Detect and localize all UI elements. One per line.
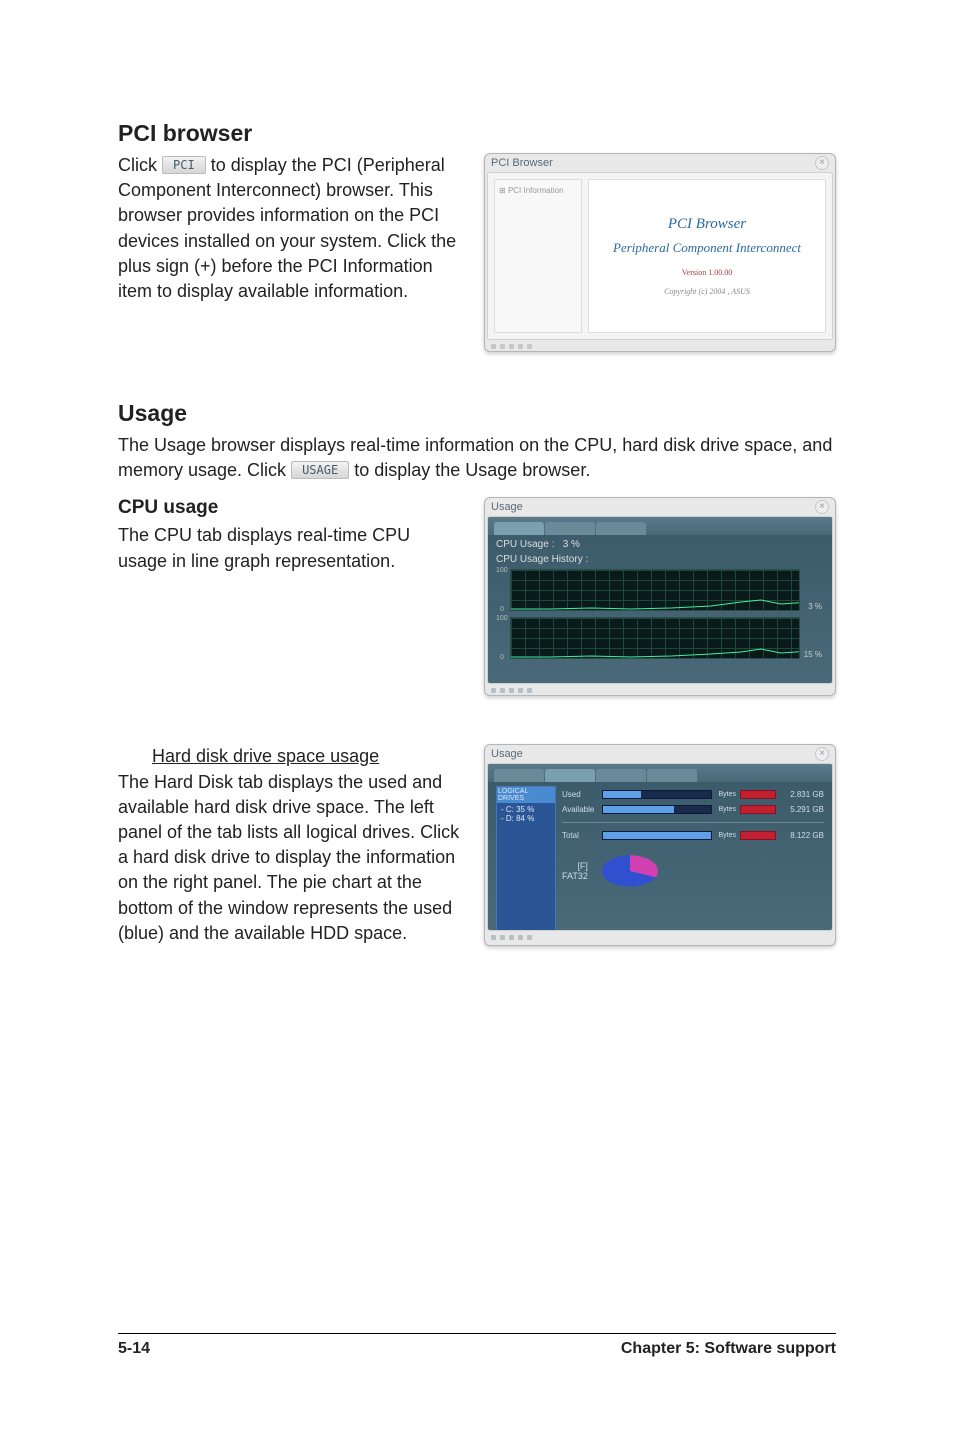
- hdd-row-used: Used Bytes 2.831 GB: [562, 790, 824, 799]
- cpu-body-text: The CPU tab displays real-time CPU usage…: [118, 523, 464, 573]
- cpu-window-title: Usage: [491, 501, 523, 513]
- hdd-drive-c: - C: 35 %: [501, 805, 551, 814]
- hdd-row-value: 5.291 GB: [780, 805, 824, 814]
- hdd-sub-title: Hard disk drive space usage: [152, 746, 379, 766]
- pci-body-post: to display the PCI (Peripheral Component…: [118, 155, 456, 301]
- usage-tabs: [488, 517, 832, 535]
- hdd-block: Hard disk drive space usage The Hard Dis…: [118, 744, 464, 946]
- cpu-history-label: CPU Usage History :: [496, 554, 824, 565]
- memory-tab: [596, 769, 646, 782]
- chapter-title: Chapter 5: Software support: [621, 1340, 836, 1358]
- hard-disk-tab: [545, 522, 595, 535]
- hdd-row-label: Total: [562, 831, 596, 840]
- hard-disk-tab: [545, 769, 595, 782]
- pci-body-pre: Click: [118, 155, 162, 175]
- hdd-legend-fat: FAT32: [562, 871, 588, 881]
- close-icon: ×: [815, 747, 829, 761]
- usage-intro-post: to display the Usage browser.: [349, 460, 590, 480]
- hdd-row-avail: Available Bytes 5.291 GB: [562, 805, 824, 814]
- hdd-row-value: 2.831 GB: [780, 790, 824, 799]
- cpu-usage-label: CPU Usage : 3 %: [496, 539, 824, 550]
- hdd-legend: [F] FAT32: [562, 861, 588, 881]
- pci-copyright: Copyright (c) 2004 , ASUS: [664, 287, 750, 296]
- hdd-legend-free: [F]: [562, 861, 588, 871]
- cpu-graph-1-pct: 3 %: [808, 602, 822, 611]
- pci-inline-button: PCI: [162, 156, 206, 174]
- cpu-tab: [494, 769, 544, 782]
- y-axis-100: 100: [496, 615, 508, 622]
- memory-tab: [596, 522, 646, 535]
- pci-content-subtitle: Peripheral Component Interconnect: [613, 241, 801, 255]
- cpu-usage-label-text: CPU Usage :: [496, 539, 554, 550]
- pci-window-title: PCI Browser: [491, 157, 553, 169]
- pci-tree: ⊞ PCI Information: [494, 179, 582, 333]
- cpu-graph-1: [510, 569, 800, 611]
- close-icon: ×: [815, 156, 829, 170]
- pci-tree-root: PCI Information: [508, 186, 564, 195]
- cpu-graph-2-pct: 15 %: [804, 650, 822, 659]
- pci-screenshot: PCI Browser × ⊞ PCI Information PCI Brow…: [484, 153, 836, 352]
- usage-intro: The Usage browser displays real-time inf…: [118, 433, 836, 483]
- page-footer: 5-14 Chapter 5: Software support: [118, 1333, 836, 1358]
- extra-tab: [647, 769, 697, 782]
- hdd-pie-chart: [602, 856, 658, 888]
- resize-grip-icon: [487, 340, 833, 349]
- close-icon: ×: [815, 500, 829, 514]
- resize-grip-icon: [487, 931, 833, 940]
- page-number: 5-14: [118, 1340, 150, 1358]
- y-axis-0: 0: [500, 654, 504, 661]
- pci-body-text: Click PCI to display the PCI (Peripheral…: [118, 153, 464, 352]
- hdd-sidebar-header: LOGICAL DRIVES: [497, 787, 555, 803]
- y-axis-100: 100: [496, 567, 508, 574]
- hdd-row-label: Available: [562, 805, 596, 814]
- usage-inline-button: USAGE: [291, 461, 349, 479]
- hdd-usage-screenshot: Usage × LOGICAL DRIVES - C: 35 % - D: 84…: [484, 744, 836, 946]
- pci-content-title: PCI Browser: [668, 216, 746, 233]
- cpu-usage-value: 3 %: [563, 539, 580, 550]
- resize-grip-icon: [487, 684, 833, 693]
- usage-section-title: Usage: [118, 400, 836, 427]
- pci-version: Version 1.00.00: [682, 268, 732, 277]
- hdd-drive-d: - D: 84 %: [501, 814, 551, 823]
- hdd-row-label: Used: [562, 790, 596, 799]
- hdd-row-value: 8.122 GB: [780, 831, 824, 840]
- cpu-graph-2: [510, 617, 800, 659]
- hdd-drive-list: LOGICAL DRIVES - C: 35 % - D: 84 %: [496, 786, 556, 931]
- hdd-row-total: Total Bytes 8.122 GB: [562, 831, 824, 840]
- cpu-sub-title: CPU usage: [118, 497, 464, 519]
- pci-section-title: PCI browser: [118, 120, 836, 147]
- cpu-tab: [494, 522, 544, 535]
- cpu-usage-screenshot: Usage × CPU Usage : 3 % CPU Usage Histor…: [484, 497, 836, 696]
- hdd-window-title: Usage: [491, 748, 523, 760]
- hdd-body-text: The Hard Disk tab displays the used and …: [118, 772, 459, 943]
- usage-tabs: [488, 764, 832, 782]
- y-axis-0: 0: [500, 606, 504, 613]
